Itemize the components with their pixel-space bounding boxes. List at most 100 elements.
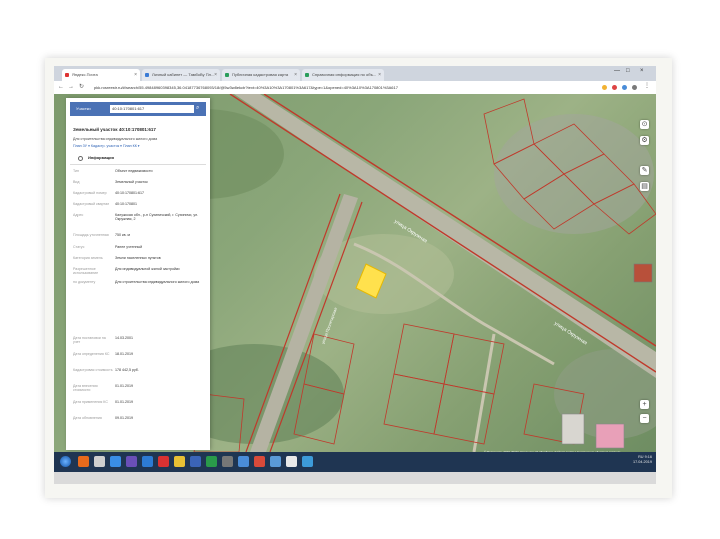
building <box>633 263 653 283</box>
field-value: Калужская обл., р-н Сухиничский, г. Сухи… <box>115 213 199 222</box>
field-value: 14.03.2001 <box>115 336 133 340</box>
tab-account[interactable]: Личный кабинет — ТамбоВу Пл... × <box>142 69 220 81</box>
field-row: Кадастровый квартал 40:10:170801 <box>73 202 207 211</box>
menu-icon[interactable]: ⋮ <box>644 83 650 90</box>
url-field[interactable]: pkk.rosreestr.ru/#/search/55.49848960398… <box>94 83 514 92</box>
app-icon[interactable] <box>302 456 313 467</box>
field-label: Дата применения КС <box>73 400 108 404</box>
parcel-links[interactable]: План ЗУ ▾ Кадастр. участок ▾ План КК ▾ <box>73 144 140 148</box>
app-icon[interactable] <box>238 456 249 467</box>
app-icon[interactable] <box>270 456 281 467</box>
field-value: 40:10:170801 <box>115 202 137 206</box>
skype-icon[interactable] <box>142 456 153 467</box>
tab-reference-info[interactable]: Справочная информация по объ... × <box>302 69 384 81</box>
close-icon[interactable]: × <box>378 69 381 81</box>
maximize-icon[interactable]: □ <box>626 68 630 74</box>
system-tray[interactable]: RU 9:16 17.04.2019 <box>633 455 652 465</box>
field-value: Ранее учтенный <box>115 245 143 249</box>
explorer-icon[interactable] <box>94 456 105 467</box>
tab-yandex-mail[interactable]: Яндекс.Почта × <box>62 69 140 81</box>
close-icon[interactable]: × <box>214 69 217 81</box>
extension-icon[interactable] <box>622 85 627 90</box>
extension-icon[interactable] <box>612 85 617 90</box>
close-icon[interactable]: × <box>294 69 297 81</box>
field-value: Объект недвижимости <box>115 169 153 173</box>
field-value: 01.01.2019 <box>115 384 133 388</box>
tab-label: Личный кабинет — ТамбоВу Пл... <box>152 72 215 77</box>
field-value: 178 442,5 руб. <box>115 368 139 372</box>
field-value: 40:10:170801:617 <box>115 191 144 195</box>
opera-icon[interactable] <box>158 456 169 467</box>
field-value: 09.01.2019 <box>115 416 133 420</box>
street-label: улица Пролетарская <box>320 307 338 345</box>
close-icon[interactable]: × <box>134 69 137 81</box>
field-label: Вид <box>73 180 80 184</box>
excel-icon[interactable] <box>206 456 217 467</box>
info-icon <box>78 156 83 161</box>
parcel <box>383 373 445 435</box>
settings-icon[interactable]: ⚙ <box>640 136 649 145</box>
field-label: Кадастровая стоимость <box>73 368 113 372</box>
screen-photo: Яндекс.Почта × Личный кабинет — ТамбоВу … <box>54 66 656 484</box>
tab-information[interactable]: Информация <box>70 154 206 165</box>
favicon-icon <box>305 73 309 77</box>
field-label: Кадастровый квартал <box>73 202 110 206</box>
start-button[interactable] <box>60 456 71 467</box>
firefox-icon[interactable] <box>78 456 89 467</box>
parcel-title: Земельный участок 40:10:170801:617 <box>73 127 156 132</box>
field-row: Кадастровая стоимость 178 442,5 руб. <box>73 368 207 377</box>
field-label: по документу <box>73 280 96 284</box>
ruler-icon[interactable]: ✎ <box>640 166 649 175</box>
field-row: Дата применения КС 01.01.2019 <box>73 400 207 409</box>
info-panel: Участки 40:10:170801:617 ⌕ Земельный уча… <box>66 98 210 450</box>
parcel-subtitle: Для строительства индивидуального жилого… <box>73 137 158 141</box>
favicon-icon <box>225 73 229 77</box>
forward-icon[interactable]: → <box>68 84 74 91</box>
favicon-icon <box>145 73 149 77</box>
field-label: Площадь уточненная <box>73 233 109 237</box>
search-input[interactable]: 40:10:170801:617 <box>110 105 194 113</box>
search-bar: Участки 40:10:170801:617 ⌕ <box>70 102 206 116</box>
profile-icon[interactable] <box>632 85 637 90</box>
layers-icon[interactable]: ⊙ <box>640 120 649 129</box>
word-icon[interactable] <box>190 456 201 467</box>
field-value: Земельный участок <box>115 180 148 184</box>
clock-date: 17.04.2019 <box>632 460 652 464</box>
print-icon[interactable]: ▤ <box>640 182 649 191</box>
star-icon[interactable] <box>602 85 607 90</box>
favicon-icon <box>65 73 69 77</box>
tab-label: Справочная информация по объ... <box>312 72 377 77</box>
windows-taskbar: RU 9:16 17.04.2019 <box>54 452 656 472</box>
field-row: Разрешенное использование Для индивидуаль… <box>73 267 207 276</box>
parcel <box>393 323 455 385</box>
search-icon[interactable]: ⌕ <box>196 105 203 112</box>
app-icon[interactable] <box>126 456 137 467</box>
building <box>561 413 585 445</box>
field-label: Разрешенное использование <box>73 267 99 276</box>
tab-cadastral-map[interactable]: Публичная кадастровая карта × <box>222 69 300 81</box>
reload-icon[interactable]: ↻ <box>79 84 84 91</box>
search-type-label[interactable]: Участки <box>76 102 91 116</box>
field-value: Для строительства индивидуального жилого… <box>115 280 200 284</box>
zoom-in-icon[interactable]: + <box>640 400 649 409</box>
close-window-icon[interactable]: × <box>640 68 644 74</box>
minimize-icon[interactable]: — <box>614 68 620 74</box>
field-value: Для индивидуальной жилой застройки <box>115 267 180 271</box>
language-indicator[interactable]: RU <box>638 455 643 459</box>
app-icon[interactable] <box>286 456 297 467</box>
field-row: Адрес Калужская обл., р-н Сухиничский, г.… <box>73 213 207 229</box>
back-icon[interactable]: ← <box>58 84 64 91</box>
field-label: Адрес <box>73 213 84 217</box>
zoom-out-icon[interactable]: − <box>640 414 649 423</box>
field-label: Дата определения КС <box>73 352 110 356</box>
field-row: Статус Ранее учтенный <box>73 245 207 254</box>
tab-label: Информация <box>88 155 114 160</box>
ie-icon[interactable] <box>110 456 121 467</box>
field-label: Дата обновления <box>73 416 102 420</box>
app-icon[interactable] <box>254 456 265 467</box>
field-value: 18.01.2019 <box>115 352 133 356</box>
parcel <box>443 333 505 395</box>
chrome-icon[interactable] <box>174 456 185 467</box>
app-icon[interactable] <box>222 456 233 467</box>
field-row: Дата определения КС 18.01.2019 <box>73 352 207 361</box>
